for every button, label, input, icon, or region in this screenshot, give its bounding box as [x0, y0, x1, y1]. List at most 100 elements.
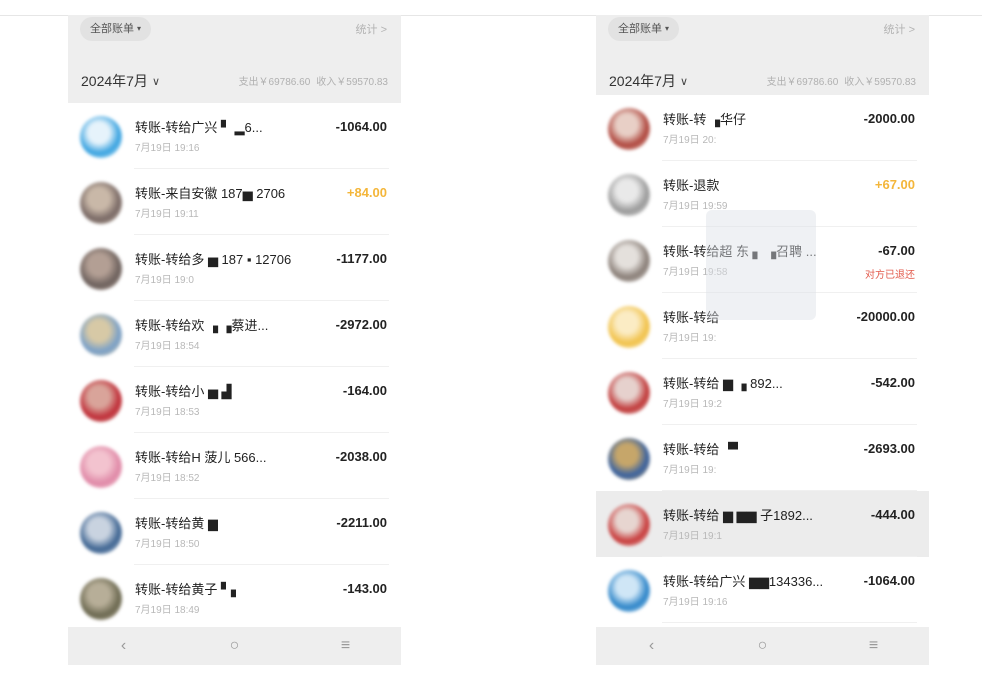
- transaction-title: 转账-退款: [663, 178, 720, 193]
- transaction-row[interactable]: 转账-转 ▗华仔 7月19日 20: -2000.00: [596, 95, 929, 161]
- transaction-time: 7月19日 19:: [663, 333, 717, 344]
- avatar: [608, 372, 650, 414]
- transaction-title: 转账-转给广兴 ▘ ▂6...: [135, 120, 263, 135]
- transaction-row[interactable]: 转账-转给多 ▅ 187 ▪ 12706 7月19日 19:0 -1177.00: [68, 235, 401, 301]
- transaction-time: 7月19日 19:11: [135, 209, 199, 220]
- transaction-list: 转账-转给广兴 ▘ ▂6... 7月19日 19:16 -1064.00 转账-来自安…: [68, 103, 401, 631]
- filter-dropdown[interactable]: 全部账单 ▾: [80, 17, 152, 41]
- transaction-amount: -67.00: [878, 243, 915, 258]
- transaction-amount: -1064.00: [863, 573, 915, 588]
- transaction-list: 转账-转 ▗华仔 7月19日 20: -2000.00 转账-退款 7月19日 19:5…: [596, 95, 929, 623]
- expense-total: 支出￥69786.60: [766, 77, 839, 88]
- chevron-down-icon: ∨: [679, 75, 688, 88]
- transaction-time: 7月19日 19:16: [663, 597, 728, 608]
- transaction-title: 转账-转给广兴 ▆▆134336...: [663, 574, 824, 589]
- transaction-time: 7月19日 20:: [663, 135, 717, 146]
- bill-header: 全部账单 ▾ 统计 > 2024年7月 ∨ 支出￥69786.60 收入￥595…: [596, 15, 929, 103]
- system-nav-bar: ‹ ○ ≡: [596, 627, 929, 665]
- transaction-amount: -2211.00: [336, 515, 387, 530]
- transaction-title: 转账-转给黄子 ▘▖: [135, 582, 241, 597]
- home-icon[interactable]: ○: [215, 637, 255, 655]
- transaction-amount: +67.00: [874, 177, 915, 192]
- avatar: [80, 512, 122, 554]
- transaction-amount: -20000.00: [856, 309, 915, 324]
- month-label: 2024年7月: [81, 73, 148, 89]
- transaction-title: 转账-转给H 菠儿 566...: [135, 450, 267, 465]
- transaction-time: 7月19日 18:49: [135, 605, 200, 616]
- avatar: [608, 570, 650, 612]
- transaction-time: 7月19日 18:53: [135, 407, 200, 418]
- back-icon[interactable]: ‹: [104, 637, 144, 655]
- filter-label: 全部账单: [90, 23, 134, 35]
- transaction-row[interactable]: 转账-转给 ▆ ▗ 892... 7月19日 19:2 -542.00: [596, 359, 929, 425]
- transaction-row[interactable]: 转账-转给黄子 ▘▖ 7月19日 18:49 -143.00: [68, 565, 401, 631]
- caret-down-icon: ▾: [137, 24, 142, 33]
- transaction-amount: +84.00: [346, 185, 387, 200]
- transaction-row[interactable]: 转账-转给黄 ▆ 7月19日 18:50 -2211.00: [68, 499, 401, 565]
- transaction-amount: -2693.00: [863, 441, 915, 456]
- stat-link[interactable]: 统计 >: [356, 21, 387, 37]
- transaction-time: 7月19日 19:16: [135, 143, 200, 154]
- transaction-row[interactable]: 转账-转给 ▝▘ 7月19日 19: -2693.00: [596, 425, 929, 491]
- avatar: [608, 306, 650, 348]
- avatar: [608, 504, 650, 546]
- filter-label: 全部账单: [618, 23, 662, 35]
- transaction-time: 7月19日 19:0: [135, 275, 194, 286]
- month-totals: 支出￥69786.60 收入￥59570.83: [767, 73, 916, 88]
- transaction-amount: -2972.00: [335, 317, 387, 332]
- bill-screen-right: 全部账单 ▾ 统计 > 2024年7月 ∨ 支出￥69786.60 收入￥595…: [596, 15, 929, 665]
- transaction-row[interactable]: 转账-转给广兴 ▆▆134336... 7月19日 19:16 -1064.00: [596, 557, 929, 623]
- transaction-amount: -444.00: [870, 507, 915, 522]
- transaction-amount: -542.00: [870, 375, 915, 390]
- transaction-title: 转账-转给 ▝▘: [663, 442, 743, 457]
- transaction-amount: -164.00: [342, 383, 387, 398]
- avatar: [608, 108, 650, 150]
- transaction-amount: -2000.00: [863, 111, 915, 126]
- system-nav-bar: ‹ ○ ≡: [68, 627, 401, 665]
- transaction-row[interactable]: 转账-转给小 ▅ ▟ 7月19日 18:53 -164.00: [68, 367, 401, 433]
- transaction-time: 7月19日 18:52: [135, 473, 200, 484]
- avatar: [80, 578, 122, 620]
- transaction-time: 7月19日 19:1: [663, 531, 722, 542]
- refund-status: 对方已退还: [865, 270, 915, 281]
- transaction-title: 转账-转给 ▆ ▆▆ 子1892...: [663, 508, 813, 523]
- transaction-time: 7月19日 19:2: [663, 399, 722, 410]
- month-selector[interactable]: 2024年7月 ∨: [609, 71, 688, 91]
- transaction-row[interactable]: 转账-转给欢 ▗ ▗蔡进... 7月19日 18:54 -2972.00: [68, 301, 401, 367]
- home-icon[interactable]: ○: [743, 637, 783, 655]
- avatar: [608, 240, 650, 282]
- menu-icon[interactable]: ≡: [854, 637, 894, 655]
- filter-dropdown[interactable]: 全部账单 ▾: [608, 17, 680, 41]
- transaction-title: 转账-转给多 ▅ 187 ▪ 12706: [135, 252, 292, 267]
- transaction-row[interactable]: 转账-转给 ▆ ▆▆ 子1892... 7月19日 19:1 -444.00: [596, 491, 929, 557]
- bill-header: 全部账单 ▾ 统计 > 2024年7月 ∨ 支出￥69786.60 收入￥595…: [68, 15, 401, 103]
- avatar: [80, 248, 122, 290]
- avatar: [608, 174, 650, 216]
- menu-icon[interactable]: ≡: [326, 637, 366, 655]
- avatar: [80, 182, 122, 224]
- avatar: [80, 314, 122, 356]
- transaction-title: 转账-转 ▗华仔: [663, 112, 746, 127]
- income-total: 收入￥59570.83: [844, 77, 916, 88]
- stat-link[interactable]: 统计 >: [884, 21, 915, 37]
- transaction-title: 转账-转给欢 ▗ ▗蔡进...: [135, 318, 269, 333]
- transaction-row[interactable]: 转账-来自安徽 187▅ 2706 7月19日 19:11 +84.00: [68, 169, 401, 235]
- transaction-row[interactable]: 转账-转给广兴 ▘ ▂6... 7月19日 19:16 -1064.00: [68, 103, 401, 169]
- expense-total: 支出￥69786.60: [238, 77, 311, 88]
- transaction-amount: -2038.00: [335, 449, 387, 464]
- transaction-amount: -1064.00: [335, 119, 387, 134]
- caret-down-icon: ▾: [665, 24, 670, 33]
- watermark-overlay: [706, 210, 816, 320]
- avatar: [80, 380, 122, 422]
- transaction-row[interactable]: 转账-转给H 菠儿 566... 7月19日 18:52 -2038.00: [68, 433, 401, 499]
- transaction-amount: -143.00: [342, 581, 387, 596]
- transaction-title: 转账-转给 ▆ ▗ 892...: [663, 376, 783, 391]
- transaction-time: 7月19日 18:50: [135, 539, 200, 550]
- transaction-title: 转账-转给小 ▅ ▟: [135, 384, 232, 399]
- chevron-down-icon: ∨: [151, 75, 160, 88]
- month-selector[interactable]: 2024年7月 ∨: [81, 71, 160, 91]
- avatar: [608, 438, 650, 480]
- back-icon[interactable]: ‹: [632, 637, 672, 655]
- month-totals: 支出￥69786.60 收入￥59570.83: [239, 73, 388, 88]
- transaction-title: 转账-来自安徽 187▅ 2706: [135, 186, 286, 201]
